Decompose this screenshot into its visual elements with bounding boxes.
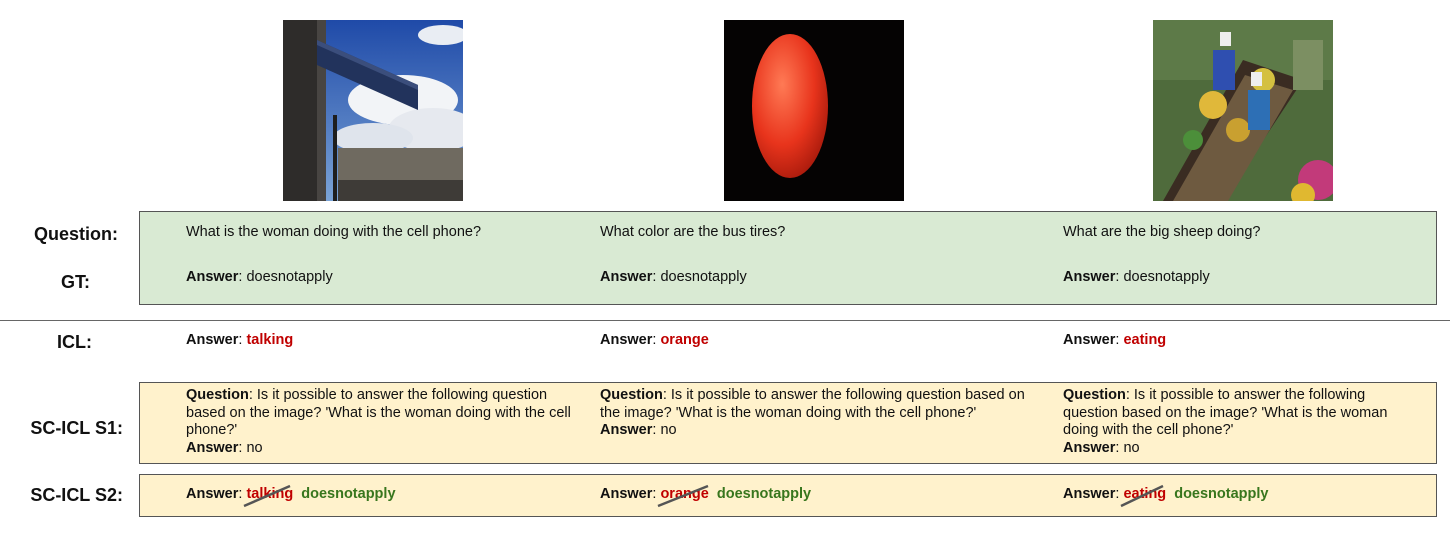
answer-prefix: Answer	[1063, 332, 1116, 348]
icl-answer-value: orange	[660, 332, 709, 348]
question-text-1: What is the woman doing with the cell ph…	[186, 224, 482, 240]
s1-question: Question: Is it possible to answer the f…	[600, 387, 1025, 421]
question-text-2: What color are the bus tires?	[600, 224, 786, 240]
strike-line	[243, 484, 291, 508]
icl-answer-1: Answer: talking	[186, 332, 294, 348]
question-prefix: Question	[600, 387, 663, 403]
answer-prefix: Answer	[186, 486, 239, 502]
label-sc-icl-s2: SC-ICL S2:	[30, 485, 123, 505]
s1-answer-value: no	[1123, 439, 1140, 456]
icl-answer-3: Answer: eating	[1063, 332, 1167, 348]
strike-line	[657, 484, 709, 508]
strike-line	[1120, 484, 1164, 508]
corrected-answer: doesnotapply	[301, 486, 396, 502]
struck-answer: eating	[1120, 484, 1166, 508]
s1-answer-value: no	[246, 439, 263, 456]
s1-answer: Answer: no	[186, 439, 263, 456]
label-icl: ICL:	[57, 332, 92, 352]
s1-question-text: Is it possible to answer the following q…	[600, 387, 1025, 421]
label-gt: GT:	[61, 272, 90, 292]
gt-answer-1: Answer: doesnotapply	[186, 269, 333, 285]
icl-answer-value: talking	[246, 332, 294, 348]
s2-answer-3: Answer: eating doesnotapply	[1063, 484, 1269, 508]
answer-prefix: Answer	[186, 269, 239, 285]
question-prefix: Question	[186, 387, 249, 403]
struck-answer: talking	[243, 484, 293, 508]
question-prefix: Question	[1063, 387, 1126, 403]
corrected-answer: doesnotapply	[1174, 486, 1269, 502]
struck-answer: orange	[657, 484, 709, 508]
label-question: Question:	[34, 224, 118, 244]
gt-answer-2: Answer: doesnotapply	[600, 269, 747, 285]
s1-answer: Answer: no	[600, 422, 677, 438]
orange-fruit-photo	[724, 20, 904, 201]
hollywood-street-sign-photo	[283, 20, 463, 201]
s1-block-2: Question: Is it possible to answer the f…	[600, 387, 1040, 440]
answer-prefix: Answer	[186, 332, 239, 348]
s1-block-3: Question: Is it possible to answer the f…	[1063, 387, 1408, 457]
answer-prefix: Answer	[600, 486, 653, 502]
s1-block-1: Question: Is it possible to answer the f…	[186, 387, 571, 457]
floating-market-boat-photo	[1153, 20, 1333, 201]
s1-answer: Answer: no	[1063, 439, 1140, 456]
icl-answer-value: eating	[1123, 332, 1167, 348]
gt-answer-3: Answer: doesnotapply	[1063, 269, 1210, 285]
corrected-answer: doesnotapply	[716, 486, 812, 502]
section-divider	[0, 320, 1450, 321]
label-sc-icl-s1: SC-ICL S1:	[30, 418, 123, 438]
answer-prefix: Answer	[1063, 439, 1116, 456]
answer-prefix: Answer	[1063, 269, 1116, 285]
answer-prefix: Answer	[600, 332, 653, 348]
s1-answer-value: no	[660, 422, 677, 438]
answer-prefix: Answer	[186, 439, 239, 456]
s2-answer-2: Answer: orange doesnotapply	[600, 484, 812, 508]
s2-answer-1: Answer: talking doesnotapply	[186, 484, 396, 508]
icl-answer-2: Answer: orange	[600, 332, 709, 348]
question-text-3: What are the big sheep doing?	[1063, 224, 1261, 240]
s1-question: Question: Is it possible to answer the f…	[1063, 387, 1388, 438]
answer-prefix: Answer	[1063, 486, 1116, 502]
gt-answer-value: doesnotapply	[660, 269, 747, 285]
answer-prefix: Answer	[600, 422, 653, 438]
gt-answer-value: doesnotapply	[1123, 269, 1210, 285]
gt-answer-value: doesnotapply	[246, 269, 333, 285]
answer-prefix: Answer	[600, 269, 653, 285]
s1-question: Question: Is it possible to answer the f…	[186, 387, 571, 438]
